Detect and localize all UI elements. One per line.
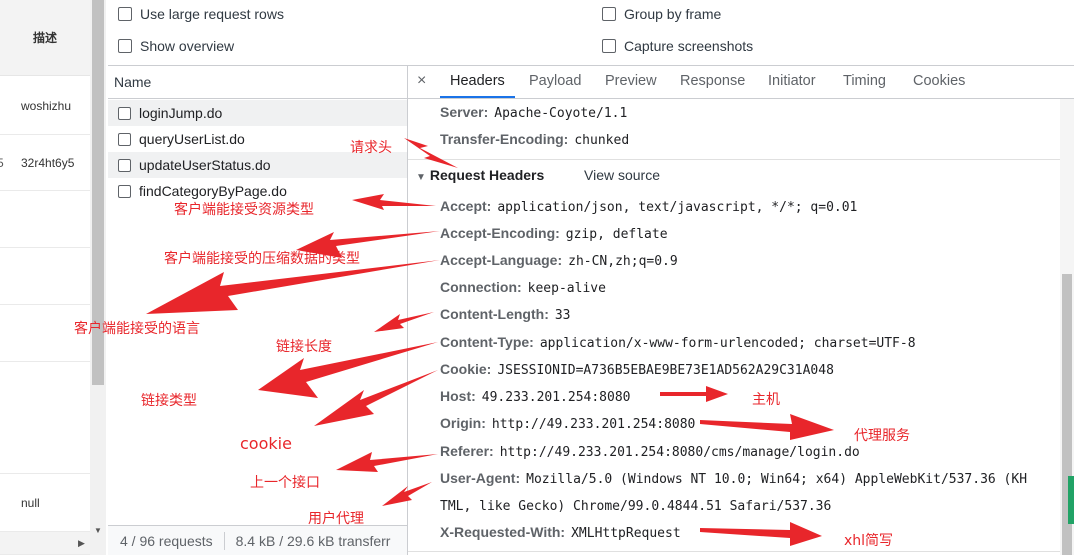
background-table: 描述 woshizhu 5 32r4ht6y5 null ▶ (0, 0, 90, 555)
network-settings: Use large request rows Show overview Gro… (108, 0, 1074, 65)
request-headers-section[interactable]: ▼ Request Headers View source (416, 167, 660, 183)
annotation-referer: 上一个接口 (250, 475, 320, 491)
large-rows-checkbox[interactable]: Use large request rows (118, 6, 284, 22)
annotation-language: 客户端能接受的语言 (74, 321, 200, 337)
group-by-frame-checkbox[interactable]: Group by frame (602, 6, 721, 22)
table-row: 5 32r4ht6y5 (0, 135, 90, 191)
scroll-down-arrow-icon[interactable]: ▼ (94, 526, 102, 535)
file-icon (118, 132, 131, 146)
section-title: Request Headers (429, 167, 545, 183)
header-row: Referer: http://49.233.201.254:8080/cms/m… (440, 443, 860, 460)
table-row (0, 248, 90, 305)
file-icon (118, 158, 131, 172)
header-row: Host: 49.233.201.254:8080 (440, 388, 631, 405)
table-row: null (0, 474, 90, 532)
show-overview-checkbox[interactable]: Show overview (118, 38, 234, 54)
capture-screenshots-checkbox[interactable]: Capture screenshots (602, 38, 753, 54)
header-row-continuation: TML, like Gecko) Chrome/99.0.4844.51 Saf… (440, 499, 832, 514)
horizontal-scrollbar[interactable]: ▶ (0, 532, 90, 555)
tab-response[interactable]: Response (680, 73, 745, 89)
header-row: User-Agent: Mozilla/5.0 (Windows NT 10.0;… (440, 470, 1028, 487)
name-column-header[interactable]: Name (108, 66, 407, 99)
cell-value: 32r4ht6y5 (21, 155, 75, 170)
tab-headers[interactable]: Headers (450, 73, 505, 89)
annotation-length: 链接长度 (276, 339, 332, 355)
header-row: Accept: application/json, text/javascript… (440, 198, 858, 215)
table-row: woshizhu (0, 77, 90, 135)
left-scrollbar[interactable]: ▼ (90, 0, 106, 555)
request-row-loginjump[interactable]: loginJump.do (108, 100, 407, 126)
tab-timing[interactable]: Timing (843, 73, 886, 89)
section-divider (408, 159, 1060, 160)
close-icon[interactable]: × (417, 72, 426, 90)
header-row: Accept-Language: zh-CN,zh;q=0.9 (440, 252, 678, 269)
annotation-accept-types: 客户端能接受资源类型 (174, 202, 314, 218)
detail-tabbar: × Headers Payload Preview Response Initi… (408, 66, 1074, 99)
annotation-proxy: 代理服务 (854, 428, 910, 444)
request-count: 4 / 96 requests (120, 532, 213, 549)
annotation-request-header: 请求头 (350, 140, 392, 156)
status-bar: 4 / 96 requests 8.4 kB / 29.6 kB transfe… (108, 525, 407, 555)
header-row: Accept-Encoding: gzip, deflate (440, 225, 668, 242)
header-row: Server: Apache-Coyote/1.1 (440, 104, 628, 121)
header-row: Cookie: JSESSIONID=A736B5EBAE9BE73E1AD562… (440, 361, 834, 378)
annotation-user-agent: 用户代理 (308, 511, 364, 527)
view-source-link[interactable]: View source (584, 167, 660, 183)
table-row (0, 191, 90, 248)
headers-detail-panel: × Headers Payload Preview Response Initi… (408, 65, 1074, 555)
file-icon (118, 106, 131, 120)
annotation-host: 主机 (752, 392, 780, 408)
collapse-triangle-icon[interactable]: ▼ (416, 172, 426, 183)
header-row: Connection: keep-alive (440, 279, 606, 296)
tab-cookies[interactable]: Cookies (913, 73, 965, 89)
tab-initiator[interactable]: Initiator (768, 73, 816, 89)
annotation-type: 链接类型 (141, 393, 197, 409)
tab-payload[interactable]: Payload (529, 73, 581, 89)
annotation-xhl: xhl简写 (844, 533, 894, 549)
file-icon (118, 184, 131, 198)
transfer-size: 8.4 kB / 29.6 kB transferr (235, 532, 391, 549)
header-row: Content-Type: application/x-www-form-urle… (440, 334, 916, 351)
cell-value: woshizhu (21, 98, 72, 113)
column-header-description: 描述 (0, 0, 90, 76)
active-tab-indicator (440, 96, 515, 98)
header-row: X-Requested-With: XMLHttpRequest (440, 524, 681, 541)
tab-preview[interactable]: Preview (605, 73, 657, 89)
annotation-compression: 客户端能接受的压缩数据的类型 (164, 251, 360, 267)
green-edge-tab (1068, 476, 1074, 524)
header-row: Origin: http://49.233.201.254:8080 (440, 415, 696, 432)
cell-value: null (21, 495, 40, 510)
section-divider (408, 551, 1060, 552)
header-row: Content-Length: 33 (440, 306, 571, 323)
table-row (0, 362, 90, 474)
annotation-cookie: cookie (240, 434, 292, 453)
header-row: Transfer-Encoding: chunked (440, 131, 630, 148)
